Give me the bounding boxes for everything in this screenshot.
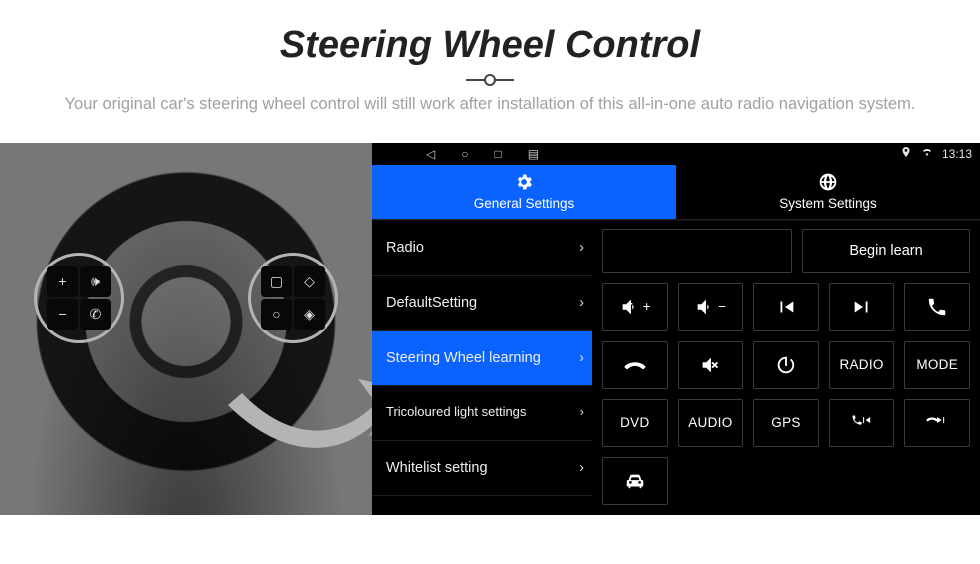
nav-home-icon[interactable]: ○: [461, 147, 468, 161]
nav-more-icon[interactable]: ▤: [528, 147, 539, 161]
menu-label: Tricoloured light settings: [386, 405, 526, 420]
tab-system-settings[interactable]: System Settings: [676, 165, 980, 220]
tab-general-settings[interactable]: General Settings: [372, 165, 676, 220]
settings-menu: Radio › DefaultSetting › Steering Wheel …: [372, 221, 592, 515]
wheel-left-cluster: + 🕪 − ✆: [34, 253, 124, 343]
swc-button power-icon[interactable]: [753, 341, 819, 389]
menu-label: Steering Wheel learning: [386, 350, 541, 366]
menu-item-default[interactable]: DefaultSetting ›: [372, 276, 592, 331]
wheel-btn-voice: 🕪: [80, 266, 111, 297]
swc-button vol-up-icon[interactable]: +: [602, 283, 668, 331]
swc-button next-track-icon[interactable]: [829, 283, 895, 331]
steering-wheel-photo: + 🕪 − ✆ ▢ ◇ ○ ◈: [0, 143, 372, 515]
swc-button phone-next-icon[interactable]: [904, 399, 970, 447]
menu-label: DefaultSetting: [386, 295, 477, 311]
begin-learn-button[interactable]: Begin learn: [802, 229, 970, 273]
learning-panel: Begin learn +− RADIOMODE DVDAUDIOGPS: [592, 221, 980, 515]
globe-icon: [818, 172, 838, 192]
nav-back-icon[interactable]: ◁: [426, 147, 435, 161]
menu-item-radio[interactable]: Radio ›: [372, 221, 592, 276]
swc-button phone-pickup-icon[interactable]: [904, 283, 970, 331]
swc-button vol-down-icon[interactable]: −: [678, 283, 744, 331]
page-title: Steering Wheel Control: [40, 24, 940, 67]
swc-button-gps[interactable]: GPS: [753, 399, 819, 447]
chevron-right-icon: ›: [579, 295, 584, 311]
wheel-right-cluster: ▢ ◇ ○ ◈: [248, 253, 338, 343]
chevron-right-icon: ›: [579, 460, 584, 476]
swc-button-dvd[interactable]: DVD: [602, 399, 668, 447]
swc-button prev-track-icon[interactable]: [753, 283, 819, 331]
tab-label: General Settings: [474, 196, 575, 211]
callout-arrow-icon: [218, 345, 372, 475]
nav-recents-icon[interactable]: □: [494, 147, 501, 161]
headunit-screen: ◁ ○ □ ▤ 13:13 General Setti: [372, 143, 980, 515]
wheel-btn-a: ▢: [261, 266, 292, 297]
gps-icon: [900, 146, 912, 161]
swc-button mute-icon[interactable]: [678, 341, 744, 389]
chevron-right-icon: ›: [579, 350, 584, 366]
menu-item-steering[interactable]: Steering Wheel learning ›: [372, 331, 592, 386]
clock: 13:13: [942, 147, 972, 161]
tab-label: System Settings: [779, 196, 877, 211]
menu-item-whitelist[interactable]: Whitelist setting ›: [372, 441, 592, 496]
wheel-btn-plus: +: [47, 266, 78, 297]
chevron-right-icon: ›: [580, 405, 584, 420]
wifi-icon: [920, 146, 934, 161]
learn-slot[interactable]: [602, 229, 792, 273]
swc-button-audio[interactable]: AUDIO: [678, 399, 744, 447]
menu-label: Whitelist setting: [386, 460, 488, 476]
swc-button car-icon[interactable]: [602, 457, 668, 505]
wheel-btn-minus: −: [47, 299, 78, 330]
page-subtitle: Your original car's steering wheel contr…: [60, 93, 920, 117]
swc-button phone-hangup-icon[interactable]: [602, 341, 668, 389]
android-statusbar: ◁ ○ □ ▤ 13:13: [372, 143, 980, 165]
wheel-btn-b: ◇: [294, 266, 325, 297]
chevron-right-icon: ›: [579, 240, 584, 256]
wheel-btn-c: ○: [261, 299, 292, 330]
wheel-btn-phone: ✆: [80, 299, 111, 330]
gear-icon: [514, 172, 534, 192]
title-divider: [466, 79, 514, 81]
swc-button phone-prev-icon[interactable]: [829, 399, 895, 447]
menu-item-tricolour[interactable]: Tricoloured light settings ›: [372, 386, 592, 441]
menu-label: Radio: [386, 240, 424, 256]
swc-button-radio[interactable]: RADIO: [829, 341, 895, 389]
swc-button-mode[interactable]: MODE: [904, 341, 970, 389]
wheel-btn-d: ◈: [294, 299, 325, 330]
